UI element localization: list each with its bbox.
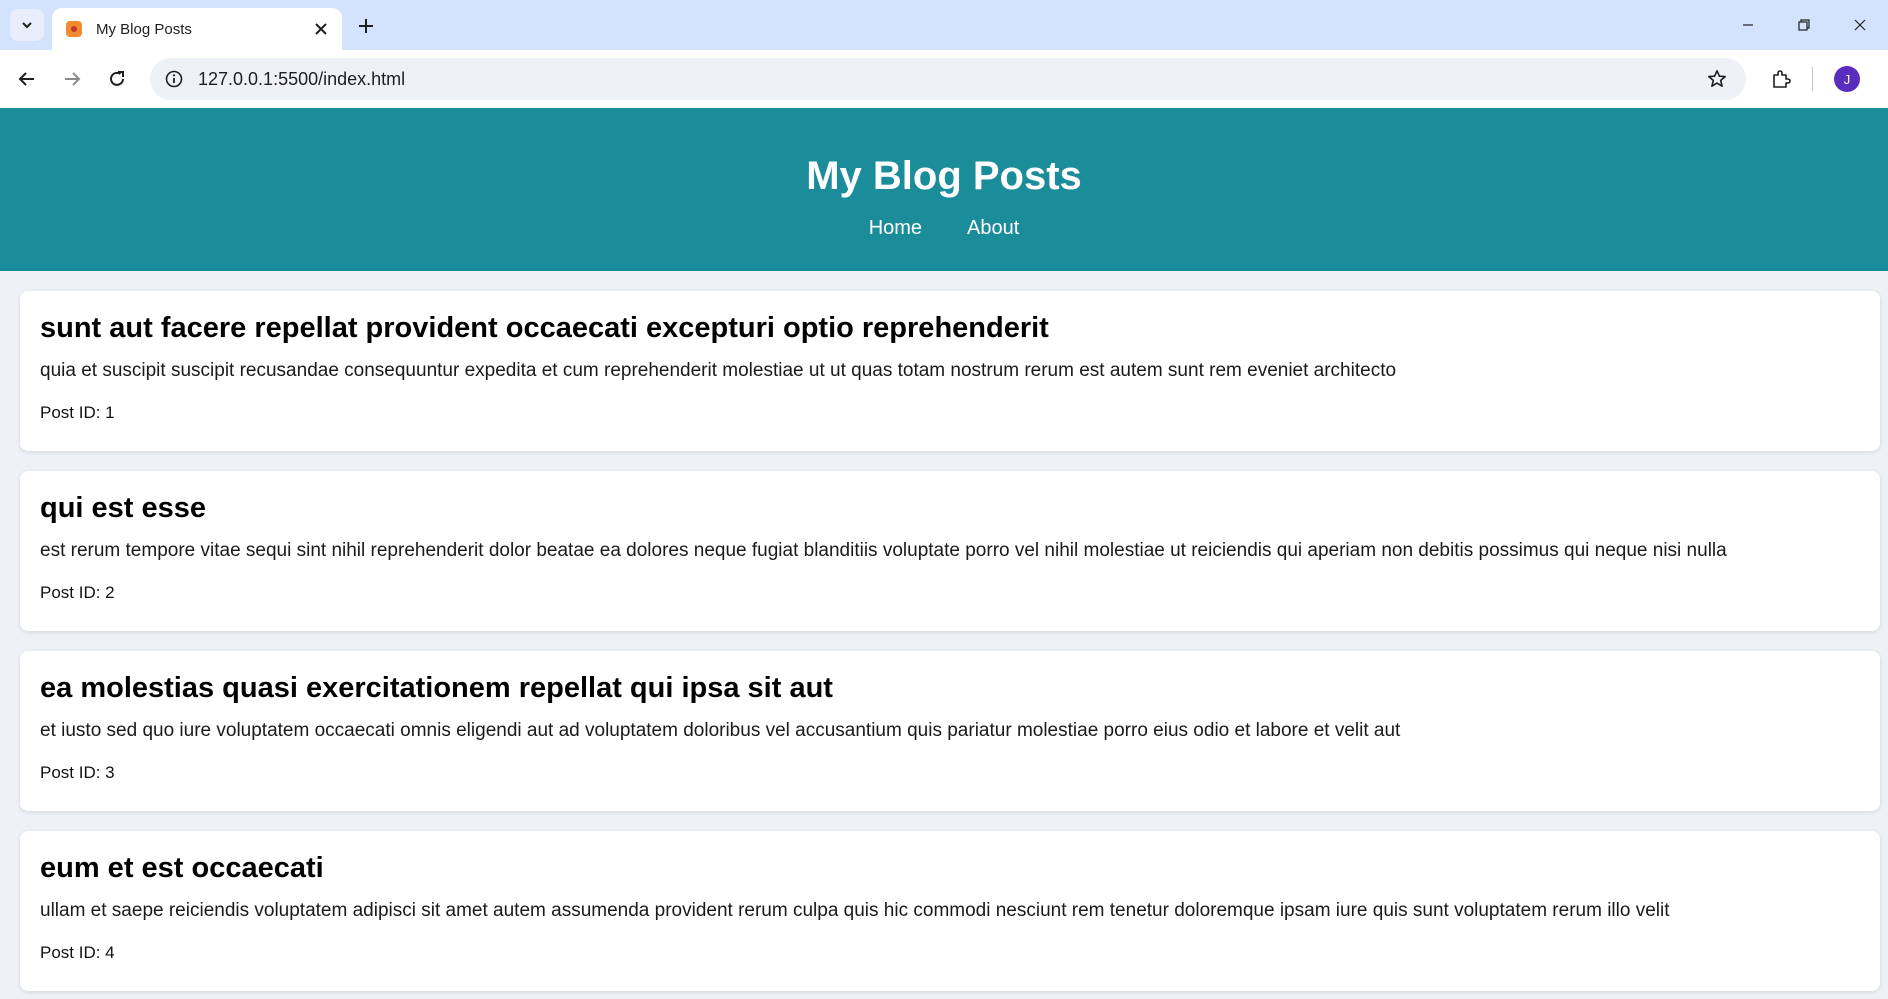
post-card: eum et est occaecati ullam et saepe reic… [20,831,1880,991]
tab-close-button[interactable] [310,18,332,40]
extensions-button[interactable] [1764,62,1798,96]
post-card: sunt aut facere repellat provident occae… [20,291,1880,451]
bookmark-star-icon[interactable] [1702,64,1732,94]
window-controls [1720,0,1888,50]
post-title: sunt aut facere repellat provident occae… [40,312,1049,344]
chevron-down-icon [22,22,32,29]
browser-toolbar: 127.0.0.1:5500/index.html J [0,50,1888,108]
post-id: Post ID: 1 [40,403,115,422]
minimize-button[interactable] [1720,0,1776,50]
puzzle-icon [1773,70,1791,88]
profile-avatar[interactable]: J [1834,66,1860,92]
post-body: est rerum tempore vitae sequi sint nihil… [40,540,1727,561]
arrow-left-icon [18,72,34,86]
post-body: et iusto sed quo iure voluptatem occaeca… [40,720,1401,741]
post-title: qui est esse [40,492,207,524]
back-button[interactable] [10,62,44,96]
address-bar[interactable]: 127.0.0.1:5500/index.html [150,58,1746,100]
nav-link-home[interactable]: Home [869,217,922,240]
close-window-button[interactable] [1832,0,1888,50]
reload-icon [110,71,124,86]
forward-button[interactable] [55,62,89,96]
post-title: ea molestias quasi exercitationem repell… [40,672,833,704]
minimize-icon [1743,24,1753,26]
reload-button[interactable] [100,62,134,96]
toolbar-divider [1812,67,1813,91]
post-id: Post ID: 2 [40,583,115,602]
tab-search-button[interactable] [10,9,44,41]
posts-list: sunt aut facere repellat provident occae… [0,271,1888,991]
post-title: eum et est occaecati [40,852,324,884]
site-nav: Home About [0,217,1888,240]
page-title: My Blog Posts [806,154,1082,198]
tab-title: My Blog Posts [96,20,192,38]
post-id: Post ID: 4 [40,943,115,962]
post-body: quia et suscipit suscipit recusandae con… [40,360,1397,381]
post-id: Post ID: 3 [40,763,115,782]
plus-icon [359,19,373,33]
close-icon [315,23,327,35]
site-favicon-icon [66,21,82,37]
new-tab-button[interactable] [352,12,380,40]
arrow-right-icon [65,72,81,86]
url-text[interactable]: 127.0.0.1:5500/index.html [198,69,1702,90]
browser-tab-strip: My Blog Posts [0,0,1888,50]
close-icon [1854,19,1866,31]
site-header: My Blog Posts Home About [0,108,1888,271]
restore-icon [1798,19,1810,31]
browser-tab-active[interactable]: My Blog Posts [52,8,342,50]
post-card: qui est esse est rerum tempore vitae seq… [20,471,1880,631]
site-info-icon[interactable] [162,67,186,91]
post-card: ea molestias quasi exercitationem repell… [20,651,1880,811]
nav-link-about[interactable]: About [967,217,1019,240]
restore-button[interactable] [1776,0,1832,50]
post-body: ullam et saepe reiciendis voluptatem adi… [40,900,1670,921]
